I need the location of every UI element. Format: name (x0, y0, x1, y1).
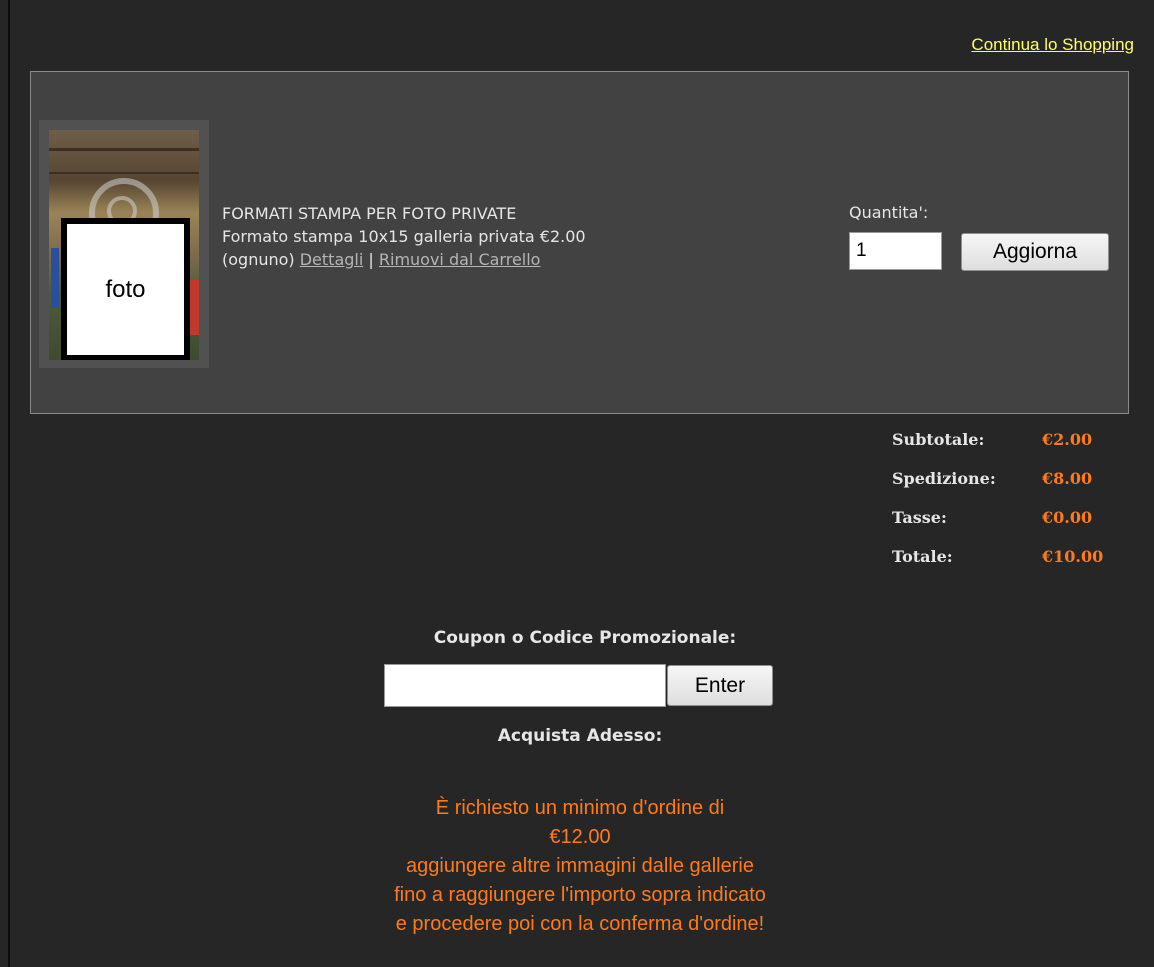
total-value: €10.00 (1042, 547, 1104, 566)
total-label: Totale: (892, 547, 953, 566)
minimum-order-line: È richiesto un minimo d'ordine di (435, 797, 725, 819)
continue-shopping-link[interactable]: Continua lo Shopping (971, 35, 1134, 55)
item-thumbnail[interactable]: foto (39, 120, 209, 368)
minimum-order-line: fino a raggiungere l'importo sopra indic… (394, 884, 766, 906)
coupon-label: Coupon o Codice Promozionale: (433, 628, 737, 648)
foto-label: foto (105, 275, 146, 303)
shipping-value: €8.00 (1042, 469, 1093, 488)
item-details: FORMATI STAMPA PER FOTO PRIVATE Formato … (222, 202, 782, 271)
left-border (8, 0, 10, 967)
subtotal-value: €2.00 (1042, 430, 1093, 449)
shipping-label: Spedizione: (892, 469, 996, 488)
item-description: Formato stampa 10x15 galleria privata €2… (222, 227, 586, 246)
subtotal-label: Subtotale: (892, 430, 985, 449)
price-note: (ognuno) (222, 250, 295, 269)
coupon-enter-button[interactable]: Enter (667, 665, 773, 706)
buy-now-label: Acquista Adesso: (497, 726, 663, 746)
item-links-line: (ognuno) Dettagli | Rimuovi dal Carrello (222, 248, 782, 271)
remove-from-cart-link[interactable]: Rimuovi dal Carrello (379, 250, 541, 269)
minimum-order-message: È richiesto un minimo d'ordine di €12.00… (280, 794, 880, 939)
foto-placeholder: foto (61, 218, 190, 360)
tax-value: €0.00 (1042, 508, 1093, 527)
update-button[interactable]: Aggiorna (961, 233, 1109, 271)
quantity-input[interactable] (849, 232, 942, 270)
minimum-order-amount: €12.00 (549, 826, 611, 848)
details-link[interactable]: Dettagli (300, 250, 364, 269)
cart-page: Continua lo Shopping foto FORMATI STAMPA… (0, 0, 1154, 967)
cart-item-panel: foto FORMATI STAMPA PER FOTO PRIVATE For… (30, 71, 1129, 414)
quantity-label: Quantita': (849, 203, 929, 222)
tax-label: Tasse: (892, 508, 947, 527)
minimum-order-line: aggiungere altre immagini dalle gallerie (406, 855, 754, 877)
link-separator: | (368, 250, 374, 269)
minimum-order-line: e procedere poi con la conferma d'ordine… (395, 913, 765, 935)
photo-image: foto (49, 130, 199, 360)
coupon-input[interactable] (384, 664, 666, 707)
item-title: FORMATI STAMPA PER FOTO PRIVATE (222, 204, 517, 223)
